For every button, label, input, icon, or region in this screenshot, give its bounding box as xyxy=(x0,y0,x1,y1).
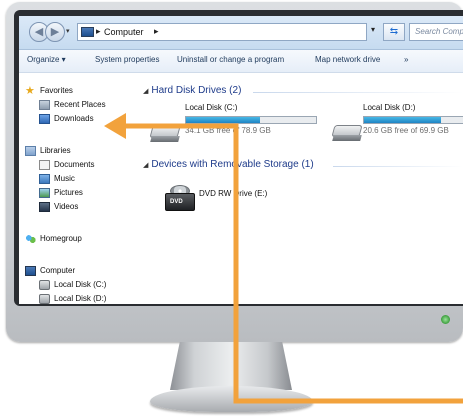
sidebar-item-label: Documents xyxy=(54,160,95,169)
music-icon xyxy=(39,174,50,184)
address-dropdown-icon[interactable]: ▾ xyxy=(371,25,375,34)
computer-icon xyxy=(25,266,36,276)
sidebar-item-label: Recent Places xyxy=(54,100,106,109)
drive-usage-fill xyxy=(186,117,261,123)
hard-disk-icon xyxy=(331,125,363,143)
drive-free-space: 34.1 GB free of 78.9 GB xyxy=(185,126,271,135)
drive-name: DVD RW Drive (E:) xyxy=(199,189,268,198)
more-commands-button[interactable]: » xyxy=(404,55,408,64)
navigation-pane: ★ Favorites Recent Places Downloads Libr… xyxy=(19,73,133,304)
downloads-folder-icon xyxy=(39,114,50,124)
map-network-drive-button[interactable]: Map network drive xyxy=(315,55,380,64)
pictures-icon xyxy=(39,188,50,198)
sidebar-item-label: Downloads xyxy=(54,114,94,123)
sidebar-item-label: Libraries xyxy=(40,146,71,155)
group-divider xyxy=(333,166,463,167)
sidebar-item-label: Computer xyxy=(40,266,76,275)
breadcrumb-separator-icon[interactable]: ▸ xyxy=(96,26,101,37)
group-header-hard-disk-drives[interactable]: ◢ Hard Disk Drives (2) xyxy=(143,85,241,96)
videos-icon xyxy=(39,202,50,212)
breadcrumb-separator-icon[interactable]: ▸ xyxy=(154,26,159,37)
drive-usage-bar xyxy=(363,116,463,124)
sidebar-item-label: Homegroup xyxy=(40,234,82,243)
group-divider xyxy=(253,92,463,93)
collapse-triangle-icon: ◢ xyxy=(143,162,149,169)
drive-name: Local Disk (C:) xyxy=(185,103,238,112)
star-icon: ★ xyxy=(25,85,35,97)
sidebar-item-label: Videos xyxy=(54,202,79,211)
refresh-button[interactable]: ⇆ xyxy=(383,23,405,41)
hard-disk-icon xyxy=(149,126,181,144)
command-bar: Organize ▾ System properties Uninstall o… xyxy=(19,50,463,73)
sidebar-item-label: Local Disk (D:) xyxy=(54,294,107,303)
hard-disk-icon xyxy=(39,294,50,304)
organize-menu[interactable]: Organize ▾ xyxy=(27,55,66,64)
sidebar-item-label: Pictures xyxy=(54,188,83,197)
drive-free-space: 20.6 GB free of 69.9 GB xyxy=(363,126,449,135)
breadcrumb-computer[interactable]: Computer xyxy=(104,27,144,37)
group-header-label: Hard Disk Drives (2) xyxy=(151,85,242,96)
drive-usage-bar xyxy=(185,116,317,124)
monitor-stand-neck xyxy=(170,342,292,390)
power-led-icon xyxy=(441,315,450,324)
forward-arrow-icon: ▶ xyxy=(50,26,60,38)
breadcrumb[interactable]: ▸ Computer ▸ xyxy=(77,23,367,41)
search-input[interactable]: Search Comp xyxy=(409,23,463,41)
history-dropdown-icon[interactable]: ▾ xyxy=(66,27,70,35)
monitor-frame: ◀ ▶ ▾ ▸ Computer ▸ ▾ ⇆ Search Comp Organ… xyxy=(6,2,463,342)
explorer-window: ◀ ▶ ▾ ▸ Computer ▸ ▾ ⇆ Search Comp Organ… xyxy=(19,16,463,304)
address-bar-area: ◀ ▶ ▾ ▸ Computer ▸ ▾ ⇆ Search Comp xyxy=(19,16,463,50)
sidebar-item-label: Favorites xyxy=(40,86,73,95)
sidebar-item-label: Music xyxy=(54,174,75,183)
uninstall-program-button[interactable]: Uninstall or change a program xyxy=(177,55,284,64)
group-header-label: Devices with Removable Storage (1) xyxy=(151,159,314,170)
documents-icon xyxy=(39,160,50,170)
monitor-stand-base xyxy=(150,386,313,412)
refresh-icon: ⇆ xyxy=(389,26,399,37)
libraries-icon xyxy=(25,146,36,156)
drive-usage-fill xyxy=(364,117,441,123)
dvd-drive-icon: DVD xyxy=(165,185,195,213)
homegroup-icon xyxy=(25,234,36,244)
hard-disk-icon xyxy=(39,280,50,290)
content-pane: ◢ Hard Disk Drives (2) Local Disk (C:) 34… xyxy=(133,73,463,304)
drive-name: Local Disk (D:) xyxy=(363,103,416,112)
collapse-triangle-icon: ◢ xyxy=(143,88,149,95)
group-header-removable-storage[interactable]: ◢ Devices with Removable Storage (1) xyxy=(143,159,314,170)
recent-places-icon xyxy=(39,100,50,110)
system-properties-button[interactable]: System properties xyxy=(95,55,159,64)
sidebar-item-label: Local Disk (C:) xyxy=(54,280,107,289)
forward-button[interactable]: ▶ xyxy=(45,22,65,42)
computer-icon xyxy=(81,27,94,37)
